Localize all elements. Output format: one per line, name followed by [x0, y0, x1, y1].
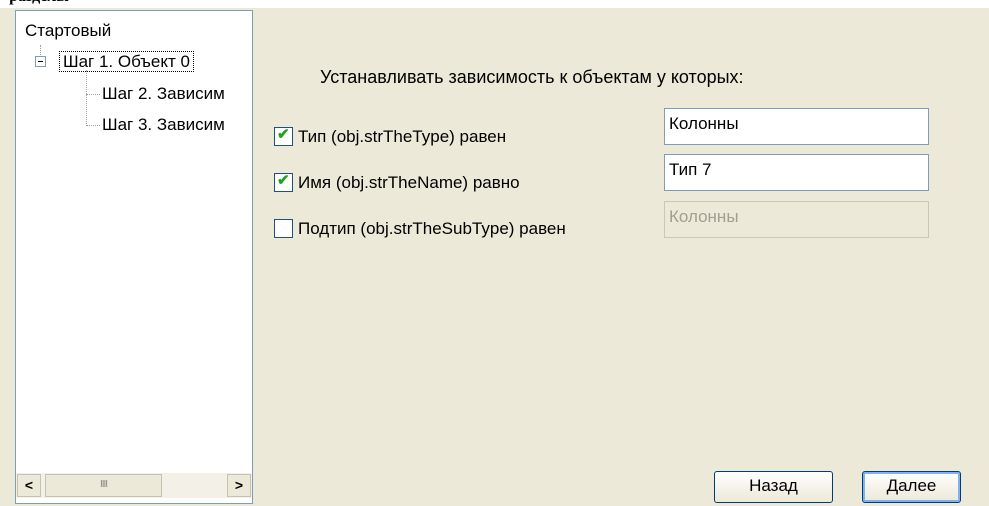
type-value-field[interactable]: Колонны: [664, 108, 929, 145]
tree-connector-line: [86, 70, 87, 126]
subtype-checkbox-label[interactable]: Подтип (obj.strTheSubType) равен: [298, 218, 566, 240]
tree-root-item[interactable]: Стартовый: [25, 20, 111, 42]
tree-connector-line: [86, 94, 100, 95]
check-icon: ✔: [277, 172, 290, 189]
scroll-left-arrow-icon[interactable]: <: [17, 474, 41, 497]
subtype-checkbox[interactable]: [274, 219, 293, 238]
check-icon: ✔: [277, 126, 290, 143]
next-button[interactable]: Далее: [862, 471, 961, 503]
tree-connector-line: [86, 125, 100, 126]
type-checkbox-label[interactable]: Тип (obj.strTheType) равен: [298, 126, 506, 148]
back-button[interactable]: Назад: [714, 471, 833, 503]
scroll-thumb[interactable]: IIII: [45, 474, 162, 497]
criteria-heading: Устанавливать зависимость к объектам у к…: [320, 67, 744, 87]
tree-item-step1[interactable]: Шаг 1. Объект 0: [59, 51, 194, 73]
screenshot-root: <разделы> (колонн). Стартовый Шаг 1. Объ…: [0, 0, 989, 506]
tree-item-step2[interactable]: Шаг 2. Зависим: [102, 83, 225, 105]
name-checkbox[interactable]: ✔: [274, 172, 293, 192]
tree-horizontal-scrollbar[interactable]: < IIII >: [16, 473, 252, 498]
tree-item-step3[interactable]: Шаг 3. Зависим: [102, 114, 225, 136]
steps-tree[interactable]: Стартовый Шаг 1. Объект 0 Шаг 2. Зависим…: [15, 10, 253, 504]
type-checkbox[interactable]: ✔: [274, 126, 293, 146]
minus-icon[interactable]: [35, 56, 46, 67]
name-value-field[interactable]: Тип 7: [664, 154, 929, 191]
subtype-value-field: Колонны: [664, 201, 929, 238]
name-checkbox-label[interactable]: Имя (obj.strTheName) равно: [298, 172, 520, 194]
tree-connector-line: [40, 45, 41, 55]
wizard-dialog: Стартовый Шаг 1. Объект 0 Шаг 2. Зависим…: [0, 8, 989, 506]
scroll-right-arrow-icon[interactable]: >: [227, 474, 251, 497]
tree-item-label: Шаг 1. Объект 0: [59, 51, 194, 72]
clipped-caption-text: <разделы> (колонн).: [0, 0, 140, 8]
